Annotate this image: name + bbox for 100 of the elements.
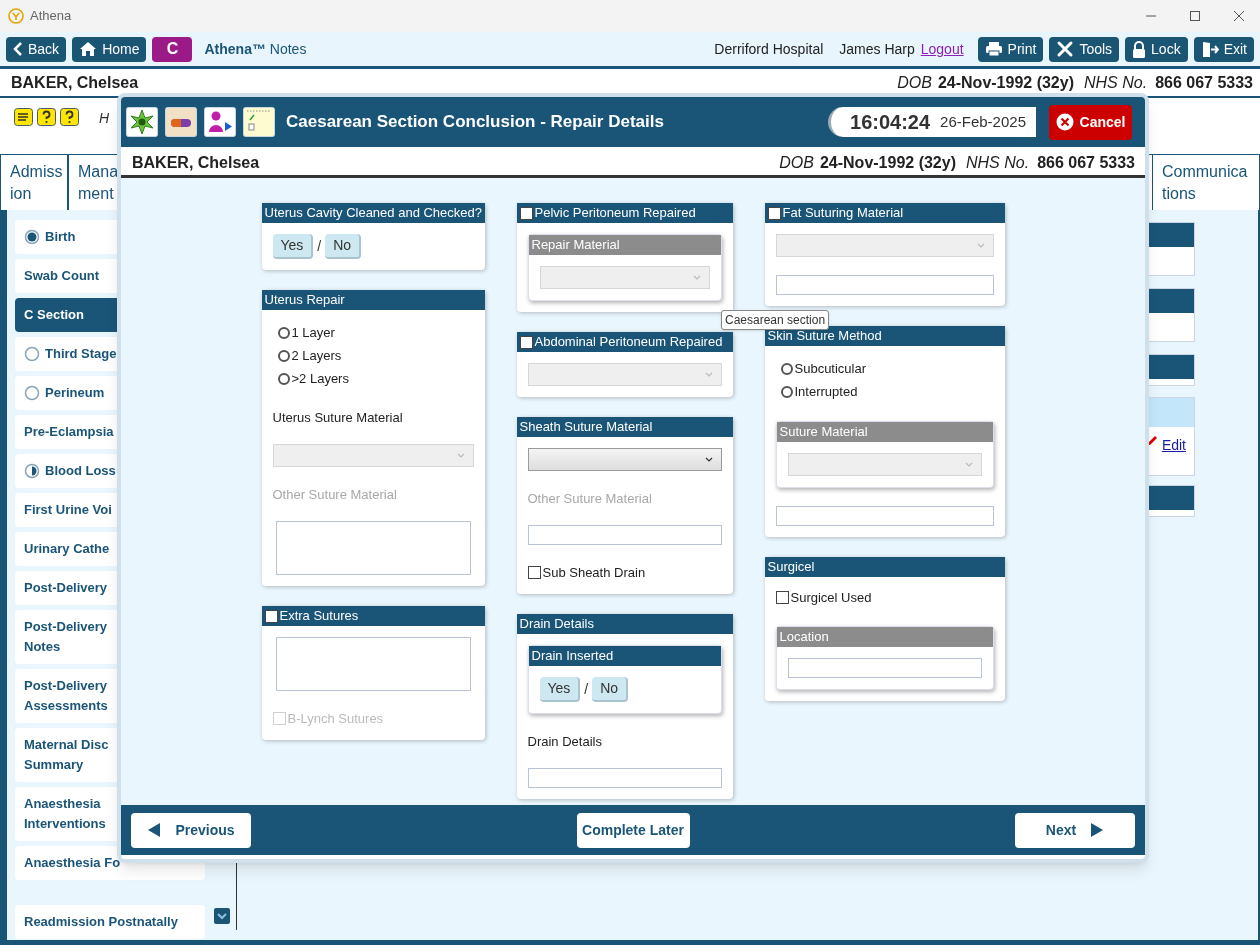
nhs-label: NHS No. xyxy=(1084,72,1148,93)
scroll-down-icon xyxy=(213,908,230,924)
lock-button[interactable]: Lock xyxy=(1125,36,1188,62)
previous-button[interactable]: Previous xyxy=(131,812,251,848)
chevron-down-icon xyxy=(964,462,973,467)
radio-option[interactable]: Subcuticular xyxy=(780,357,994,380)
nhs-number: 866 067 5333 xyxy=(1155,72,1253,93)
chevron-down-icon xyxy=(704,372,713,377)
input-field[interactable] xyxy=(527,525,722,545)
field-label: Other Suture Material xyxy=(527,490,653,507)
text-area[interactable] xyxy=(275,637,471,691)
clock-date: 26-Feb-2025 xyxy=(940,111,1026,132)
back-button[interactable]: Back xyxy=(6,36,67,62)
maximize-icon xyxy=(1188,9,1202,23)
chevron-down-icon xyxy=(976,243,985,248)
lock-icon xyxy=(1132,40,1147,58)
notepad-icon xyxy=(243,107,275,137)
radio-option[interactable]: Interrupted xyxy=(780,380,994,403)
panel-title: Surgicel xyxy=(767,558,815,577)
complete-later-button[interactable]: Complete Later xyxy=(576,812,690,848)
input-field[interactable] xyxy=(527,767,722,788)
radio-option[interactable]: 1 Layer xyxy=(277,321,474,344)
close-circle-icon xyxy=(1055,113,1074,131)
triangle-right-icon xyxy=(1090,822,1105,838)
separator-text: / xyxy=(584,679,589,699)
checkbox[interactable] xyxy=(775,591,789,605)
tab[interactable]: Communica tions xyxy=(1152,155,1260,210)
dropdown[interactable] xyxy=(527,448,722,471)
panel-title: Fat Suturing Material xyxy=(782,204,904,223)
panel-title: Location xyxy=(779,627,829,646)
triangle-left-icon xyxy=(147,822,162,838)
hospital-name: Derriford Hospital xyxy=(714,39,824,59)
checkbox-label: Surgicel Used xyxy=(790,589,872,607)
panel-title: Pelvic Peritoneum Repaired xyxy=(534,204,696,223)
field-label: Drain Details xyxy=(527,732,603,750)
home-button[interactable]: Home xyxy=(72,36,147,62)
user-name: James Harp xyxy=(839,39,915,59)
panel-title: Suture Material xyxy=(779,423,868,442)
dob-value: 24-Nov-1992 (32y) xyxy=(937,72,1074,93)
exit-icon xyxy=(1200,40,1219,58)
separator-text: / xyxy=(317,237,322,256)
radio-option[interactable]: >2 Layers xyxy=(277,367,474,390)
tab[interactable]: Admiss ion xyxy=(0,155,68,210)
help-note-icon xyxy=(60,108,79,126)
app-logo-icon xyxy=(8,8,24,24)
checkbox[interactable] xyxy=(519,335,533,349)
app-name: Athena™ Notes xyxy=(204,39,307,59)
chevron-down-icon xyxy=(704,457,713,462)
printer-icon xyxy=(984,41,1003,57)
field-label: Uterus Suture Material xyxy=(272,409,404,426)
input-field[interactable] xyxy=(787,657,982,678)
dob-label: DOB xyxy=(779,152,814,173)
home-icon xyxy=(79,41,98,57)
edit-link[interactable]: Edit xyxy=(1161,435,1186,456)
c-badge-button[interactable]: C xyxy=(152,36,193,62)
input-field[interactable] xyxy=(775,275,994,295)
next-button[interactable]: Next xyxy=(1015,812,1135,848)
tooltip: Caesarean section xyxy=(721,310,830,330)
checkbox[interactable] xyxy=(767,206,781,220)
close-icon xyxy=(1232,9,1246,23)
nhs-label: NHS No. xyxy=(966,152,1030,173)
panel-title: Abdominal Peritoneum Repaired xyxy=(534,333,723,352)
dob-label: DOB xyxy=(897,72,932,93)
checkbox-label: Sub Sheath Drain xyxy=(542,564,646,582)
panel-title: Drain Details xyxy=(519,614,594,633)
print-button[interactable]: Print xyxy=(977,36,1044,62)
banner-text: H xyxy=(99,109,110,128)
nhs-number: 866 067 5333 xyxy=(1037,152,1135,173)
help-alert-icon xyxy=(37,108,56,126)
cancel-button[interactable]: Cancel xyxy=(1049,104,1132,140)
panel-title: Extra Sutures xyxy=(279,607,359,626)
checkbox[interactable] xyxy=(527,566,541,580)
option-button[interactable]: Yes xyxy=(272,234,314,259)
checkbox[interactable] xyxy=(519,206,533,220)
patient-name: BAKER, Chelsea xyxy=(11,72,139,93)
exit-button[interactable]: Exit xyxy=(1193,36,1254,62)
radio-option[interactable]: 2 Layers xyxy=(277,344,474,367)
panel-title: Drain Inserted xyxy=(531,646,614,665)
clock-time: 16:04:24 xyxy=(850,110,931,135)
pill-icon xyxy=(165,107,197,137)
sidebar-item[interactable]: Readmission Postnatally xyxy=(15,905,205,939)
panel-title: Sheath Suture Material xyxy=(519,418,653,437)
option-button[interactable]: Yes xyxy=(539,676,581,702)
checkbox[interactable] xyxy=(264,609,278,623)
option-button[interactable]: No xyxy=(325,234,362,259)
logout-link[interactable]: Logout xyxy=(920,38,964,60)
chevron-down-icon xyxy=(692,275,701,280)
text-area[interactable] xyxy=(275,521,471,575)
panel-title: Uterus Repair xyxy=(264,291,345,310)
option-button[interactable]: No xyxy=(592,676,629,702)
panel-title: Skin Suture Method xyxy=(767,327,882,346)
tools-button[interactable]: Tools xyxy=(1049,36,1120,62)
tools-icon xyxy=(1056,40,1075,58)
window-title: Athena xyxy=(30,7,72,26)
back-icon xyxy=(13,41,23,57)
panel-title: Uterus Cavity Cleaned and Checked? xyxy=(264,204,482,223)
input-field[interactable] xyxy=(775,506,994,526)
panel-title: Repair Material xyxy=(531,236,620,255)
dob-value: 24-Nov-1992 (32y) xyxy=(819,152,956,173)
dialog-title: Caesarean Section Conclusion - Repair Details xyxy=(286,111,664,134)
